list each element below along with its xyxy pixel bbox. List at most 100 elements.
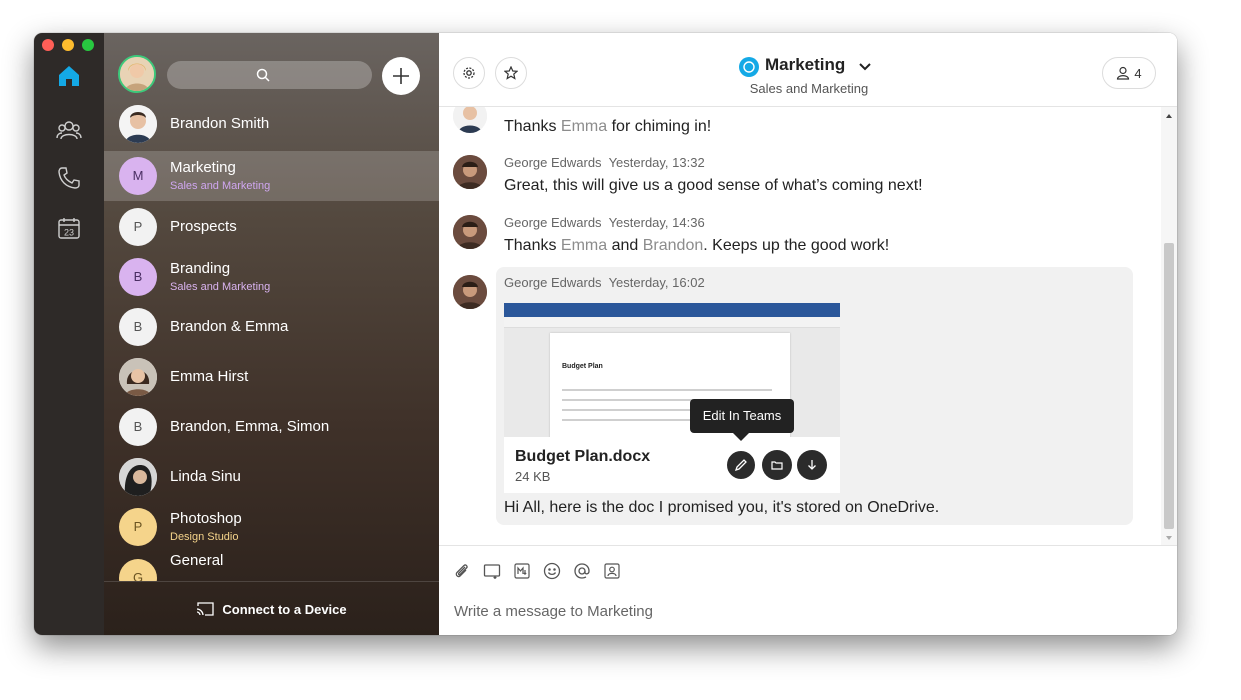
message-avatar (453, 155, 487, 189)
message-author: George Edwards (504, 155, 602, 170)
participants-count: 4 (1134, 65, 1142, 81)
user-photo-icon (453, 215, 487, 249)
user-photo-icon (453, 155, 487, 189)
conversation-name: Photoshop (170, 510, 242, 527)
conversation-name: Linda Sinu (170, 468, 241, 485)
message-text: Great, this will give us a good sense of… (504, 177, 923, 194)
rail-calendar-button[interactable]: 23 (54, 213, 84, 243)
scroll-down-arrow-icon (1166, 536, 1172, 540)
minimize-window-button[interactable] (62, 39, 74, 51)
gear-icon (463, 67, 475, 79)
message-author: George Edwards (504, 215, 602, 230)
user-photo-icon (453, 275, 487, 309)
conversation-name: Prospects (170, 218, 237, 235)
space-title-dropdown[interactable]: Marketing (739, 55, 939, 79)
conversation-item-emma-hirst[interactable]: Emma Hirst (104, 352, 439, 402)
conversation-list: Brandon Smith M Marketing Sales and Mark… (104, 101, 439, 581)
conversation-name: Brandon Smith (170, 115, 270, 132)
download-icon (808, 460, 816, 470)
conversation-name: Marketing (170, 159, 236, 176)
conversation-item-group-chat[interactable]: B Brandon, Emma, Simon (104, 402, 439, 452)
conversation-subtitle: Sales and Marketing (170, 281, 271, 293)
conversation-item-general[interactable]: G General (104, 552, 439, 581)
window-controls (42, 39, 94, 51)
connect-device-button[interactable]: Connect to a Device (104, 581, 439, 635)
space-title: Marketing (765, 55, 846, 74)
my-avatar[interactable] (118, 55, 156, 93)
avatar: P (119, 208, 157, 246)
close-window-button[interactable] (42, 39, 54, 51)
message-time: Yesterday, 13:32 (608, 155, 705, 170)
conversation-item-brandon-smith[interactable]: Brandon Smith (104, 101, 439, 151)
message-meta: George Edwards Yesterday, 14:36 (504, 215, 705, 230)
sidebar-header (104, 33, 439, 111)
mention[interactable]: Emma (561, 118, 607, 135)
message-text-part: for chiming in! (607, 118, 712, 135)
plus-icon (393, 68, 409, 84)
conversation-item-linda-sinu[interactable]: Linda Sinu (104, 452, 439, 502)
message-meta: George Edwards Yesterday, 16:02 (504, 275, 705, 290)
rail-calls-button[interactable] (54, 163, 84, 193)
user-photo-icon (119, 105, 157, 143)
phone-icon (58, 167, 80, 189)
settings-button[interactable] (453, 57, 485, 89)
search-input[interactable] (167, 61, 372, 89)
emoji-button[interactable] (543, 562, 561, 580)
avatar (119, 105, 157, 143)
conversation-item-prospects[interactable]: P Prospects (104, 202, 439, 252)
folder-icon (771, 461, 783, 470)
file-size: 24 KB (515, 469, 551, 484)
open-folder-button[interactable] (762, 450, 792, 480)
participants-button[interactable]: 4 (1102, 57, 1156, 89)
favorite-button[interactable] (495, 57, 527, 89)
scroll-up-arrow-icon (1166, 114, 1172, 118)
edit-in-teams-button[interactable] (726, 450, 756, 480)
mention[interactable]: Emma (561, 237, 607, 254)
message-text: Thanks Emma for chiming in! (504, 118, 711, 136)
people-icon (1117, 66, 1130, 80)
avatar: B (119, 258, 157, 296)
message-scrollbar[interactable] (1161, 107, 1177, 545)
conversation-name: General (170, 552, 224, 569)
app-window: 23 Brandon Smith M Marketing Sales and M… (34, 33, 1177, 635)
download-button[interactable] (797, 450, 827, 480)
conversation-subtitle: Design Studio (170, 531, 239, 543)
message-avatar (453, 275, 487, 309)
markdown-button[interactable] (513, 562, 531, 580)
zoom-window-button[interactable] (82, 39, 94, 51)
message-input[interactable] (454, 599, 1154, 623)
space-icon (739, 57, 759, 77)
mention-button[interactable] (573, 562, 591, 580)
rail-teams-button[interactable] (54, 115, 84, 145)
avatar (119, 458, 157, 496)
doc-preview-titlebar (504, 303, 840, 317)
share-screen-button[interactable] (483, 562, 501, 580)
contact-icon (604, 563, 620, 579)
scrollbar-thumb[interactable] (1164, 243, 1174, 529)
conversation-name: Emma Hirst (170, 368, 249, 385)
conversation-item-branding[interactable]: B Branding Sales and Marketing (104, 252, 439, 302)
message-text: Thanks Emma and Brandon. Keeps up the go… (504, 237, 889, 255)
calendar-day-label: 23 (64, 228, 74, 238)
pencil-icon (734, 459, 747, 472)
message-time: Yesterday, 16:02 (608, 275, 705, 290)
composer-toolbar (453, 562, 621, 580)
conversation-name: Brandon, Emma, Simon (170, 418, 330, 435)
conversation-item-photoshop[interactable]: P Photoshop Design Studio (104, 502, 439, 552)
avatar (119, 358, 157, 396)
mention[interactable]: Brandon (643, 237, 704, 254)
message-text-part: Thanks (504, 237, 561, 254)
space-subtitle: Sales and Marketing (749, 81, 869, 96)
attach-button[interactable] (453, 562, 471, 580)
rail-home-button[interactable] (54, 61, 84, 91)
message-text-part: and (607, 237, 643, 254)
conversation-name: Brandon & Emma (170, 318, 289, 335)
avatar: B (119, 408, 157, 446)
conversation-item-marketing[interactable]: M Marketing Sales and Marketing (104, 151, 439, 201)
attach-icon (455, 564, 468, 578)
message-avatar (453, 107, 487, 133)
contact-button[interactable] (603, 562, 621, 580)
message-composer (439, 545, 1177, 635)
conversation-item-brandon-emma[interactable]: B Brandon & Emma (104, 302, 439, 352)
new-conversation-button[interactable] (382, 57, 420, 95)
